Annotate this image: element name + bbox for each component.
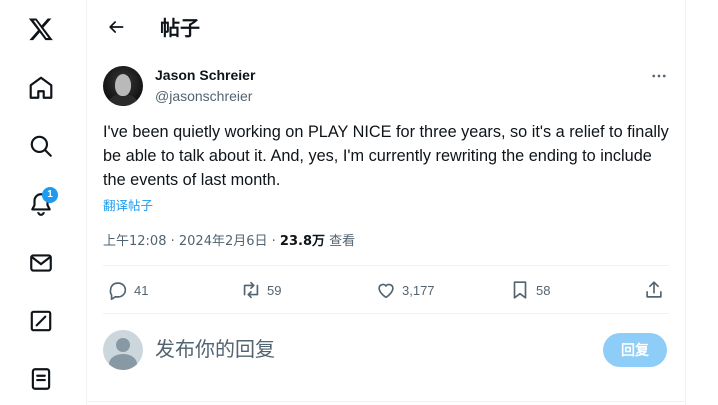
- like-action-button[interactable]: 3,177: [375, 278, 435, 302]
- grok-icon[interactable]: [26, 306, 56, 336]
- author-avatar[interactable]: [103, 66, 143, 106]
- reply-submit-button[interactable]: 回复: [603, 333, 667, 367]
- post-detail: 帖子 Jason Schreier @jasonschreier I've be…: [87, 0, 685, 405]
- reply-action-button[interactable]: 41: [107, 278, 148, 302]
- sidebar: 1: [0, 0, 86, 405]
- current-user-avatar: [103, 330, 143, 370]
- bookmark-action-button[interactable]: 58: [509, 278, 550, 302]
- divider: [87, 401, 685, 402]
- share-icon: [646, 281, 662, 298]
- bookmark-count: 58: [536, 282, 551, 298]
- divider: [103, 265, 669, 266]
- repost-icon: [243, 281, 259, 299]
- heart-icon: [378, 283, 394, 299]
- share-action-button[interactable]: [643, 278, 665, 302]
- column-divider: [685, 0, 686, 405]
- x-logo-icon[interactable]: [26, 14, 56, 44]
- search-icon[interactable]: [26, 131, 56, 161]
- lists-icon[interactable]: [26, 364, 56, 394]
- reply-input[interactable]: [155, 334, 575, 364]
- views-label: 查看: [329, 234, 356, 249]
- author-handle[interactable]: @jasonschreier: [155, 88, 252, 104]
- repost-count: 59: [267, 282, 282, 298]
- page-title: 帖子: [160, 16, 200, 40]
- translate-post-link[interactable]: 翻译帖子: [103, 195, 153, 214]
- notification-badge: 1: [42, 187, 58, 203]
- post-metadata: 上午12:08 · 2024年2月6日 · 23.8万 查看: [103, 230, 355, 249]
- like-count: 3,177: [402, 282, 435, 298]
- bookmark-icon: [513, 281, 527, 299]
- author-name[interactable]: Jason Schreier: [155, 67, 255, 83]
- post-time[interactable]: 上午12:08: [103, 234, 166, 249]
- reply-icon: [109, 282, 127, 300]
- messages-icon[interactable]: [26, 248, 56, 278]
- post-text: I've been quietly working on PLAY NICE f…: [103, 123, 669, 189]
- meta-separator: ·: [271, 234, 280, 249]
- reply-count: 41: [134, 282, 149, 298]
- repost-action-button[interactable]: 59: [240, 278, 281, 302]
- divider: [103, 313, 669, 314]
- back-arrow-icon[interactable]: [103, 14, 129, 40]
- home-icon[interactable]: [26, 73, 56, 103]
- meta-separator: ·: [170, 234, 179, 249]
- view-count: 23.8万: [279, 234, 325, 249]
- more-options-icon[interactable]: [649, 66, 669, 86]
- post-date[interactable]: 2024年2月6日: [179, 234, 268, 249]
